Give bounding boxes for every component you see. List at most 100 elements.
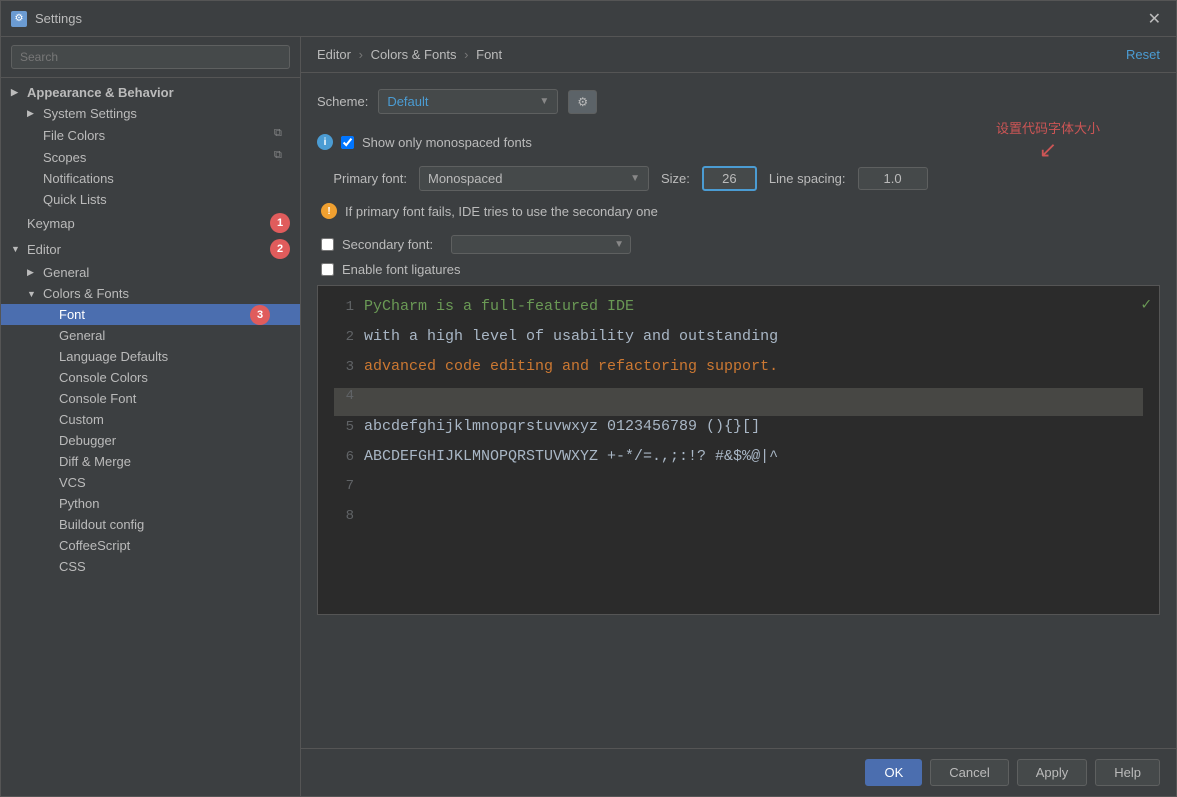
sidebar-item-label: Buildout config <box>59 517 290 532</box>
size-label: Size: <box>661 171 690 186</box>
bottom-bar: OK Cancel Apply Help <box>301 748 1176 796</box>
sidebar-item-language-defaults[interactable]: Language Defaults <box>1 346 300 367</box>
badge-2: 2 <box>270 239 290 259</box>
dropdown-arrow-icon: ▼ <box>539 96 549 107</box>
primary-font-value: Monospaced <box>428 171 502 186</box>
ligatures-label: Enable font ligatures <box>342 262 461 277</box>
monospaced-label: Show only monospaced fonts <box>362 135 532 150</box>
scheme-select[interactable]: Default ▼ <box>378 89 558 114</box>
badge-1: 1 <box>270 213 290 233</box>
scheme-select-wrapper: Default ▼ <box>378 89 558 114</box>
sidebar-item-console-colors[interactable]: Console Colors <box>1 367 300 388</box>
sidebar-item-label: Colors & Fonts <box>43 286 290 301</box>
sidebar-item-general2[interactable]: General <box>1 325 300 346</box>
line-text: ABCDEFGHIJKLMNOPQRSTUVWXYZ +-*/=.,;:!? #… <box>364 448 778 465</box>
reset-link[interactable]: Reset <box>1126 47 1160 62</box>
sidebar-item-quick-lists[interactable]: Quick Lists <box>1 189 300 210</box>
monospaced-checkbox[interactable] <box>341 136 354 149</box>
sidebar-item-coffeescript[interactable]: CoffeeScript <box>1 535 300 556</box>
sidebar-item-vcs[interactable]: VCS <box>1 472 300 493</box>
preview-line-5: 5 abcdefghijklmnopqrstuvwxyz 0123456789 … <box>334 418 1143 446</box>
arrow-icon: ▶ <box>11 87 27 98</box>
info-text: If primary font fails, IDE tries to use … <box>345 204 658 219</box>
sidebar-item-editor[interactable]: ▼ Editor 2 <box>1 236 300 262</box>
title-bar: ⚙ Settings ✕ <box>1 1 1176 37</box>
breadcrumb-part3: Font <box>476 47 502 62</box>
dropdown-arrow-icon: ▼ <box>614 239 624 250</box>
line-spacing-label: Line spacing: <box>769 171 846 186</box>
font-row: Primary font: Monospaced ▼ Size: Line sp… <box>317 166 1160 191</box>
sidebar-item-general[interactable]: ▶ General <box>1 262 300 283</box>
sidebar-item-label: Diff & Merge <box>59 454 290 469</box>
breadcrumb-sep2: › <box>464 47 468 62</box>
monospaced-row: i Show only monospaced fonts <box>317 134 1160 150</box>
sidebar-item-file-colors[interactable]: File Colors ⧉ <box>1 124 300 146</box>
sidebar-item-font[interactable]: Font 3 <box>1 304 300 325</box>
line-number: 5 <box>334 419 354 435</box>
sidebar-item-appearance-behavior[interactable]: ▶ Appearance & Behavior <box>1 82 300 103</box>
arrow-icon: ▼ <box>11 244 27 254</box>
sidebar-item-python[interactable]: Python <box>1 493 300 514</box>
preview-line-8: 8 <box>334 508 1143 536</box>
help-button[interactable]: Help <box>1095 759 1160 786</box>
sidebar-item-custom[interactable]: Custom <box>1 409 300 430</box>
ligatures-checkbox[interactable] <box>321 263 334 276</box>
cancel-button[interactable]: Cancel <box>930 759 1008 786</box>
main-panel: Editor › Colors & Fonts › Font Reset Sch… <box>301 37 1176 796</box>
line-number: 1 <box>334 299 354 315</box>
sidebar-item-buildout-config[interactable]: Buildout config <box>1 514 300 535</box>
sidebar-item-css[interactable]: CSS <box>1 556 300 577</box>
line-text: abcdefghijklmnopqrstuvwxyz 0123456789 ()… <box>364 418 760 435</box>
scheme-value: Default <box>387 94 428 109</box>
scheme-gear-button[interactable]: ⚙ <box>568 90 597 114</box>
preview-area: ✓ 1 PyCharm is a full-featured IDE 2 wit… <box>317 285 1160 615</box>
scheme-row: Scheme: Default ▼ ⚙ <box>317 89 1160 114</box>
sidebar-item-label: VCS <box>59 475 290 490</box>
breadcrumb-part1: Editor <box>317 47 351 62</box>
sidebar-item-notifications[interactable]: Notifications <box>1 168 300 189</box>
sidebar-item-diff-merge[interactable]: Diff & Merge <box>1 451 300 472</box>
sidebar-item-label: Python <box>59 496 290 511</box>
line-number: 8 <box>334 508 354 524</box>
sidebar-item-keymap[interactable]: Keymap 1 <box>1 210 300 236</box>
sidebar-item-debugger[interactable]: Debugger <box>1 430 300 451</box>
sidebar-item-colors-fonts[interactable]: ▼ Colors & Fonts <box>1 283 300 304</box>
main-content: ▶ Appearance & Behavior ▶ System Setting… <box>1 37 1176 796</box>
search-input[interactable] <box>11 45 290 69</box>
secondary-font-select[interactable]: ▼ <box>451 235 631 254</box>
apply-button[interactable]: Apply <box>1017 759 1088 786</box>
search-box <box>1 37 300 78</box>
line-spacing-input[interactable] <box>858 167 928 190</box>
info-icon: i <box>317 134 333 150</box>
sidebar-item-console-font[interactable]: Console Font <box>1 388 300 409</box>
sidebar-item-label: CoffeeScript <box>59 538 290 553</box>
arrow-icon: ▶ <box>27 108 43 119</box>
secondary-font-checkbox[interactable] <box>321 238 334 251</box>
line-number: 4 <box>334 388 354 404</box>
sidebar-item-label: Quick Lists <box>43 192 290 207</box>
dropdown-arrow-icon: ▼ <box>630 173 640 184</box>
sidebar-tree: ▶ Appearance & Behavior ▶ System Setting… <box>1 78 300 796</box>
copy-icon: ⧉ <box>274 127 290 143</box>
breadcrumb-part2: Colors & Fonts <box>371 47 457 62</box>
ok-button[interactable]: OK <box>865 759 922 786</box>
sidebar-item-scopes[interactable]: Scopes ⧉ <box>1 146 300 168</box>
primary-font-label: Primary font: <box>317 171 407 186</box>
breadcrumb: Editor › Colors & Fonts › Font <box>317 47 502 62</box>
preview-line-1: 1 PyCharm is a full-featured IDE <box>334 298 1143 326</box>
scheme-label: Scheme: <box>317 94 368 109</box>
sidebar-item-system-settings[interactable]: ▶ System Settings <box>1 103 300 124</box>
primary-font-select[interactable]: Monospaced ▼ <box>419 166 649 191</box>
ligatures-row: Enable font ligatures <box>317 262 1160 277</box>
sidebar-item-label: Scopes <box>43 150 274 165</box>
secondary-font-label: Secondary font: <box>342 237 433 252</box>
settings-window: ⚙ Settings ✕ ▶ Appearance & Behavior ▶ S… <box>0 0 1177 797</box>
close-button[interactable]: ✕ <box>1143 9 1166 29</box>
app-icon: ⚙ <box>11 11 27 27</box>
line-text: advanced code editing and refactoring su… <box>364 358 778 375</box>
sidebar-item-label: Console Colors <box>59 370 290 385</box>
size-input[interactable] <box>702 166 757 191</box>
sidebar-item-label: CSS <box>59 559 290 574</box>
breadcrumb-sep1: › <box>359 47 363 62</box>
preview-line-4: 4 <box>334 388 1143 416</box>
